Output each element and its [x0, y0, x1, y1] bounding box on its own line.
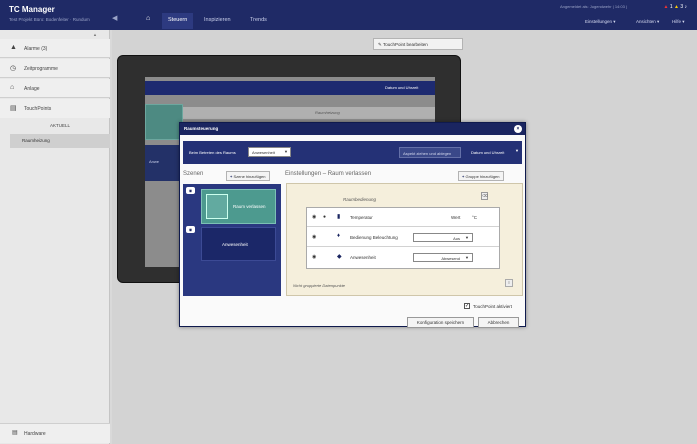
eye-icon[interactable]: ◉	[186, 226, 195, 233]
preview-tile-exit	[145, 104, 183, 140]
trash-icon[interactable]: ⌫	[481, 192, 488, 200]
group-label: Raumbedienung	[343, 197, 377, 202]
exit-door-icon	[206, 194, 228, 219]
scene-anwesenheit[interactable]: Anwesenheit	[201, 227, 276, 261]
eye-icon[interactable]: ◉	[312, 214, 316, 220]
app-title: TC Manager	[9, 5, 55, 14]
dialog-titlebar: Raumsteuerung ×	[180, 123, 525, 135]
touchpoint-active-checkbox[interactable]: ✓	[464, 303, 470, 309]
collapse-sidebar-icon[interactable]: ▲	[93, 32, 97, 37]
add-scene-button[interactable]: + Szene hinzufügen	[226, 171, 270, 181]
preview-date: Datum und Uhrzeit	[385, 85, 419, 90]
row-unit: °C	[472, 215, 478, 220]
tab-inspizieren[interactable]: Inspizieren	[198, 13, 237, 29]
ungrouped-datapoints-label: Nicht gruppierte Datenpunkte	[293, 283, 346, 288]
scenes-title: Szenen	[183, 171, 204, 177]
table-row: ◉ ◆ Anwesenheit Abwesend ▼	[307, 248, 499, 267]
preview-tile-presence: Anwe	[145, 145, 183, 181]
sidebar-item-label: Hardware	[24, 431, 46, 437]
warning-icon[interactable]: ▲	[674, 4, 679, 10]
sidebar-item-label: TouchPoints	[24, 106, 52, 112]
menu-hilfe[interactable]: Hilfe ▾	[672, 19, 685, 25]
hardware-icon: ▤	[12, 430, 18, 436]
plus-icon: +	[230, 174, 233, 179]
presence-select[interactable]: Abwesend ▼	[413, 253, 473, 262]
datapoints-table: ◉ ● ▮ Temperatur Wert °C ◉ ♦ Bedienung B…	[306, 207, 500, 269]
dialog-title: Raumsteuerung	[184, 126, 219, 131]
house-icon: ⌂	[10, 84, 15, 91]
project-subtitle: Test Projekt Büro: Bodenfeiter · Rundum	[9, 17, 90, 22]
speaker-icon[interactable]: ♪	[685, 4, 688, 10]
scene-label: Anwesenheit	[222, 242, 248, 247]
preview-subheader: Raumheizung	[145, 107, 435, 119]
dropdown-arrow-icon: ▼	[515, 148, 519, 153]
alarm-icon[interactable]: ▲	[663, 4, 668, 10]
warning-triangle-icon: ▲	[10, 44, 17, 51]
enter-room-label: Beim Betreten des Raums	[189, 150, 236, 155]
lock-icon[interactable]: ●	[323, 214, 326, 220]
sidebar-sub-header: AKTUELL	[50, 123, 71, 128]
raumsteuerung-dialog: Raumsteuerung × Beim Betreten des Raums …	[179, 122, 526, 328]
sidebar-item-label: Zeitprogramme	[24, 66, 58, 72]
list-icon[interactable]: ≡	[505, 279, 513, 287]
plus-icon: +	[462, 174, 465, 179]
row-value: Wert	[451, 215, 461, 220]
row-label: Bedienung Beleuchtung	[350, 235, 398, 240]
clock-icon: ◷	[10, 65, 17, 72]
dropdown-arrow-icon: ▼	[465, 235, 469, 240]
eye-icon[interactable]: ◉	[186, 187, 195, 194]
save-configuration-button[interactable]: Konfiguration speichern	[407, 317, 474, 328]
tab-steuern[interactable]: Steuern	[162, 13, 194, 29]
settings-title: Einstellungen – Raum verlassen	[285, 171, 372, 177]
eye-icon[interactable]: ◉	[312, 254, 316, 260]
scene-label: Raum verlassen	[233, 204, 266, 209]
add-group-button[interactable]: + Gruppe hinzufügen	[458, 171, 504, 181]
sidebar-item-anlage[interactable]: ⌂ Anlage	[0, 79, 110, 98]
eye-icon[interactable]: ◉	[312, 234, 316, 240]
table-row: ◉ ● ▮ Temperatur Wert °C	[307, 208, 499, 227]
table-row: ◉ ♦ Bedienung Beleuchtung Aus ▼	[307, 228, 499, 247]
thermometer-icon: ▮	[337, 214, 341, 220]
row-label: Temperatur	[350, 215, 373, 220]
menu-ansichten[interactable]: Ansichten ▾	[636, 19, 659, 25]
edit-touchpoint-button[interactable]: ✎ TouchPoint bearbeiten	[373, 38, 463, 50]
lamp-icon: ♦	[337, 233, 341, 239]
status-icons[interactable]: ▲ 1 ▲ 3 ♪	[663, 4, 687, 10]
presence-icon: ◆	[337, 254, 342, 260]
row-label: Anwesenheit	[350, 255, 376, 260]
lighting-select[interactable]: Aus ▼	[413, 233, 473, 242]
dropdown-arrow-icon: ▼	[465, 255, 469, 260]
sidebar-item-alarme[interactable]: ▲ Alarme (3)	[0, 39, 110, 58]
sidebar: ▲ ▲ Alarme (3) ◷ Zeitprogramme ⌂ Anlage …	[0, 30, 110, 444]
dialog-toolbar: Beim Betreten des Raums Anwesenheit ▼ As…	[183, 141, 522, 164]
sidebar-item-label: Anlage	[24, 86, 40, 92]
sidebar-item-zeitprogramme[interactable]: ◷ Zeitprogramme	[0, 59, 110, 78]
close-icon[interactable]: ×	[514, 125, 522, 133]
sidebar-item-raumheizung[interactable]: Raumheizung	[10, 134, 110, 148]
dropdown-arrow-icon: ▼	[284, 149, 288, 154]
top-bar: TC Manager Test Projekt Büro: Bodenfeite…	[0, 0, 697, 30]
tab-trends[interactable]: Trends	[244, 13, 273, 29]
login-info: Angemeldet als: Jugendwehr | 14:03 |	[559, 4, 627, 9]
warning-count: 3	[680, 4, 684, 10]
sidebar-item-label: Raumheizung	[22, 138, 50, 143]
sidebar-item-hardware[interactable]: ▤ Hardware	[0, 423, 110, 443]
pencil-icon: ✎	[378, 42, 382, 47]
sidebar-item-touchpoints[interactable]: ▤ TouchPoints	[0, 99, 110, 118]
sidebar-item-label: Alarme (3)	[24, 46, 48, 52]
back-arrow-icon[interactable]: ◀	[112, 14, 126, 26]
cancel-button[interactable]: Abbrechen	[478, 317, 519, 328]
drag-aspect-button[interactable]: Aspekt ziehen und ablegen	[399, 147, 461, 158]
home-icon[interactable]: ⌂	[146, 15, 150, 22]
touchpoint-active-label: TouchPoint aktiviert	[473, 304, 513, 309]
menu-einstellungen[interactable]: Einstellungen ▾	[585, 19, 616, 25]
date-time-button[interactable]: Datum und Uhrzeit ▼	[468, 147, 519, 158]
enter-room-select[interactable]: Anwesenheit ▼	[248, 147, 291, 157]
scene-raum-verlassen[interactable]: Raum verlassen	[201, 189, 276, 224]
touchpanel-icon: ▤	[10, 105, 17, 112]
alarm-count: 1	[669, 4, 673, 10]
